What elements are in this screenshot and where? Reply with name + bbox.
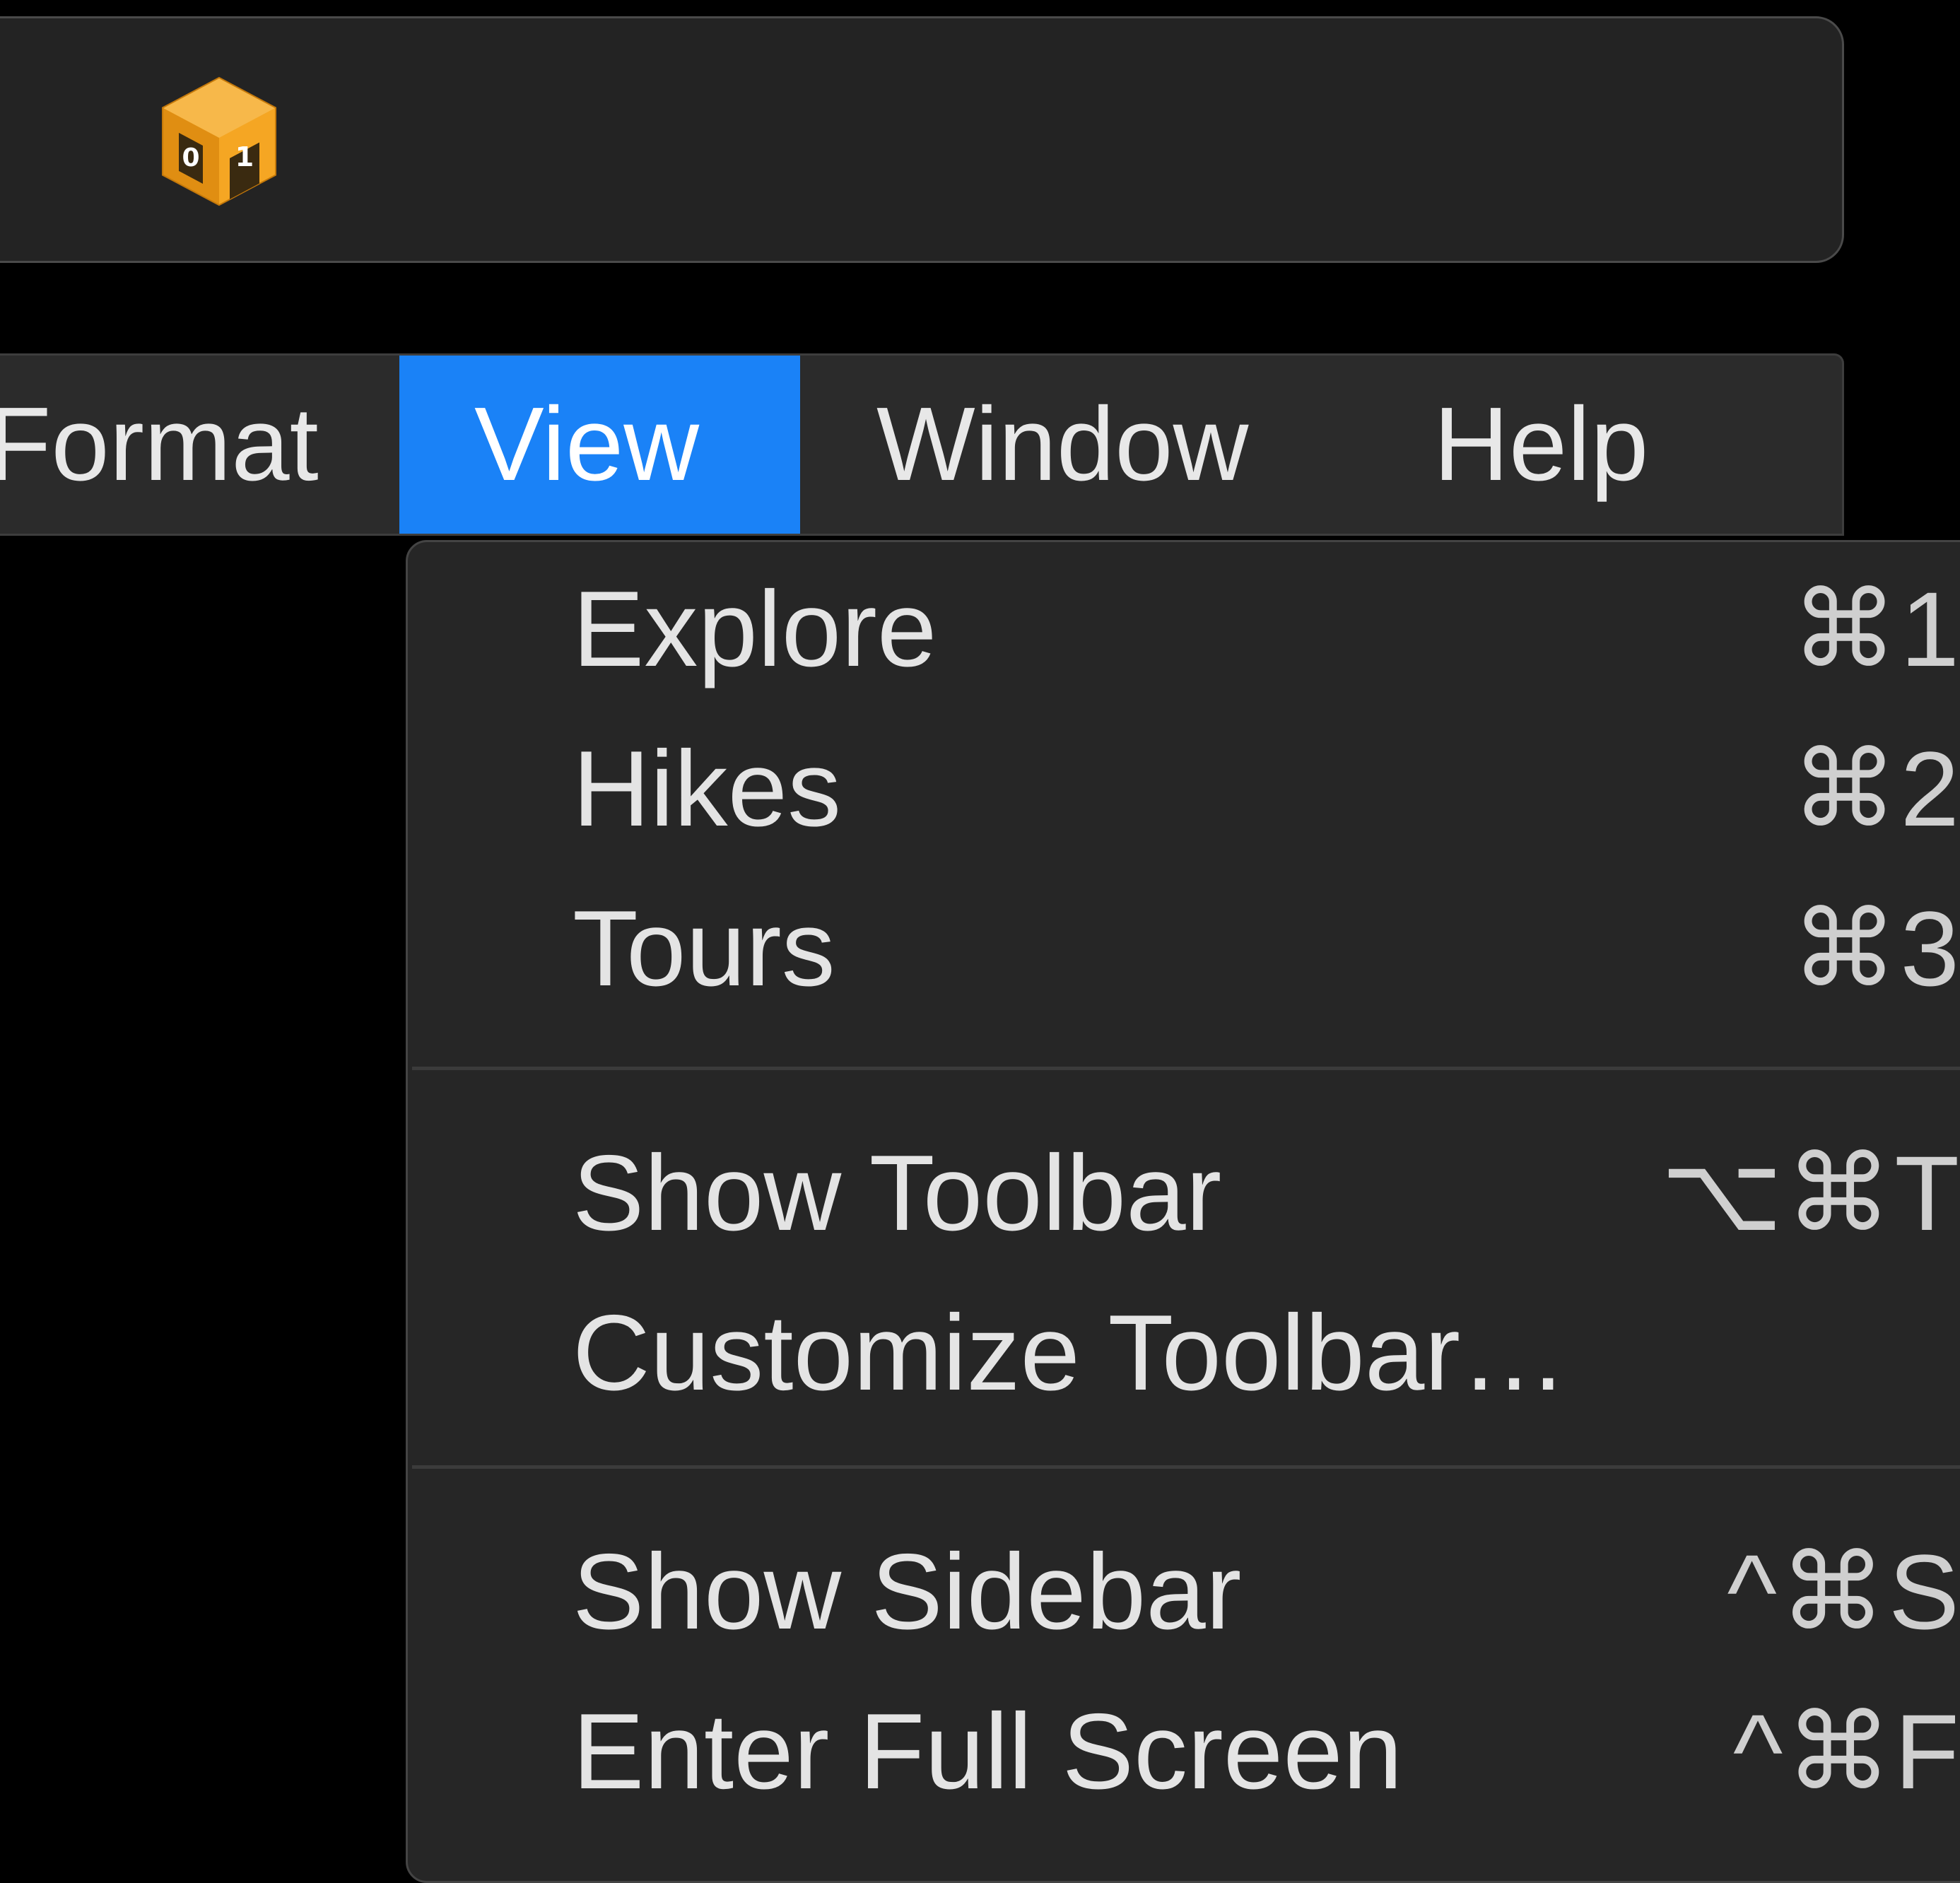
menu-item-enter-full-screen[interactable]: Enter Full Screen ^⌘F — [408, 1672, 1960, 1831]
menu-item-label: Hikes — [573, 729, 842, 849]
menu-help[interactable]: Help — [1433, 356, 1648, 534]
menu-item-show-sidebar[interactable]: Show Sidebar ^⌘S — [408, 1512, 1960, 1672]
menu-item-shortcut: ^⌘S — [1727, 1532, 1960, 1651]
menu-item-shortcut: ⌘2 — [1791, 729, 1960, 848]
menu-bar: Format View Window Help — [0, 353, 1844, 536]
menu-separator — [412, 1465, 1960, 1469]
menu-item-label: Enter Full Screen — [573, 1691, 1403, 1812]
menu-item-tours[interactable]: Tours ⌘3 — [408, 869, 1960, 1028]
app-icon-badge-left: 0 — [182, 143, 199, 172]
menu-item-shortcut: ⌘3 — [1791, 889, 1960, 1008]
menu-view[interactable]: View — [399, 356, 800, 534]
menu-format[interactable]: Format — [0, 356, 319, 534]
app-box-icon[interactable]: 0 1 — [159, 76, 279, 207]
menu-item-shortcut: ⌥⌘T — [1660, 1134, 1960, 1253]
menu-item-label: Tours — [573, 888, 835, 1009]
menu-item-hikes[interactable]: Hikes ⌘2 — [408, 709, 1960, 869]
view-menu-dropdown: Explore ⌘1 Hikes ⌘2 Tours ⌘3 Show Toolba… — [406, 540, 1960, 1883]
menu-item-show-toolbar[interactable]: Show Toolbar ⌥⌘T — [408, 1113, 1960, 1273]
menu-item-label: Customize Toolbar… — [573, 1293, 1568, 1413]
menu-window[interactable]: Window — [876, 356, 1248, 534]
menu-item-explore[interactable]: Explore ⌘1 — [408, 549, 1960, 709]
menu-item-label: Show Toolbar — [573, 1133, 1222, 1253]
menu-item-shortcut: ⌘1 — [1791, 570, 1960, 688]
menu-item-label: Explore — [573, 569, 937, 689]
menu-item-label: Show Sidebar — [573, 1532, 1242, 1652]
menu-item-customize-toolbar[interactable]: Customize Toolbar… — [408, 1273, 1960, 1433]
app-icon-badge-right: 1 — [235, 141, 254, 172]
menu-separator — [412, 1067, 1960, 1070]
menu-item-shortcut: ^⌘F — [1732, 1692, 1960, 1811]
